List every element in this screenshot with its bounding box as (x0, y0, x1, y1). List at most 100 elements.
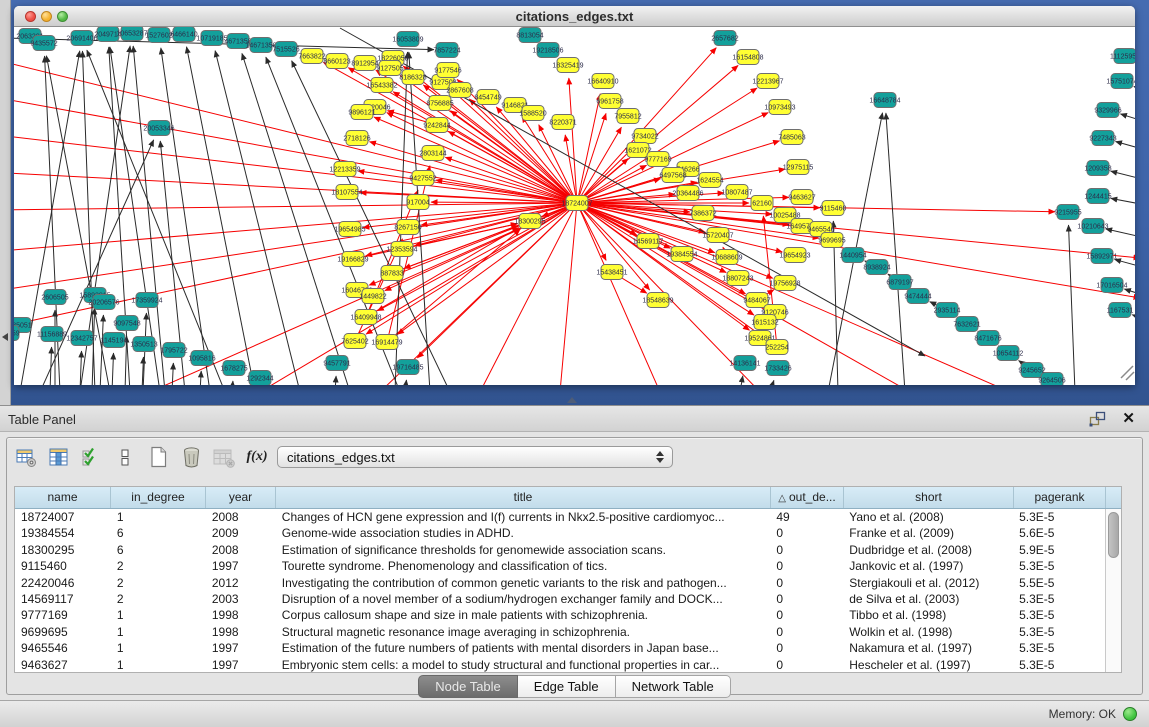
graph-node[interactable]: 18548639 (642, 293, 673, 308)
graph-node[interactable]: 10210643 (1077, 219, 1108, 234)
graph-node[interactable]: 9264506 (1038, 373, 1065, 386)
tab-edge-table[interactable]: Edge Table (518, 675, 616, 698)
graph-node[interactable]: 917004 (406, 195, 429, 210)
graph-node[interactable]: 9474444 (904, 289, 931, 304)
graph-node[interactable]: 9215955 (1054, 205, 1081, 220)
network-window[interactable]: citations_edges.txt 18724007206329194355… (14, 6, 1135, 385)
table-row[interactable]: 1938455462009Genome-wide association stu… (15, 525, 1105, 541)
graph-node[interactable]: 1615132 (751, 315, 778, 330)
graph-node[interactable]: 9777169 (644, 152, 671, 167)
table-cell[interactable]: 5.3E-5 (1013, 607, 1105, 623)
table-cell[interactable]: Estimation of significance thresholds fo… (276, 542, 771, 558)
graph-node[interactable]: 9463627 (788, 190, 815, 205)
table-cell[interactable]: 0 (770, 624, 843, 640)
table-cell[interactable]: 9465546 (15, 640, 111, 656)
scrollbar-thumb[interactable] (1108, 512, 1119, 558)
table-selector-dropdown[interactable]: citations_edges.txt (277, 446, 673, 468)
graph-node[interactable]: 8813054 (516, 28, 543, 43)
table-cell[interactable]: 19384554 (15, 525, 111, 541)
canvas-resize-grip[interactable] (1121, 366, 1134, 380)
graph-node[interactable]: 10654112 (993, 346, 1024, 361)
table-cell[interactable]: 0 (770, 640, 843, 656)
row-height-button[interactable] (113, 445, 137, 469)
graph-node[interactable]: 8454749 (474, 90, 501, 105)
graph-node[interactable]: 20691406 (66, 31, 97, 46)
graph-node[interactable]: 7632621 (953, 317, 980, 332)
graph-node[interactable]: 1678275 (220, 361, 247, 376)
table-row[interactable]: 946554611997Estimation of the future num… (15, 640, 1105, 656)
graph-node[interactable]: 9127505 (376, 61, 403, 76)
graph-node[interactable]: 8912954 (351, 56, 378, 71)
table-cell[interactable]: 18300295 (15, 542, 111, 558)
delete-column-button[interactable] (179, 445, 203, 469)
graph-node[interactable]: 8660123 (323, 54, 350, 69)
table-cell[interactable]: 5.3E-5 (1013, 657, 1105, 672)
graph-node[interactable]: 12975115 (783, 160, 814, 175)
graph-node[interactable]: 1440954 (839, 248, 866, 263)
column-header-short[interactable]: short (844, 487, 1014, 508)
table-row[interactable]: 969969511998Structural magnetic resonanc… (15, 624, 1105, 640)
table-row[interactable]: 946362711997Embryonic stem cells: a mode… (15, 657, 1105, 672)
tab-network-table[interactable]: Network Table (616, 675, 731, 698)
graph-node[interactable]: 252254 (765, 340, 788, 355)
graph-node[interactable]: 16409948 (350, 310, 381, 325)
graph-node[interactable]: 19654923 (779, 248, 810, 263)
function-builder-button[interactable]: f(x) (245, 445, 269, 469)
graph-node[interactable]: 15438451 (596, 265, 627, 280)
collapse-left-arrow-icon[interactable] (2, 333, 8, 341)
graph-node[interactable]: 19166829 (337, 252, 368, 267)
graph-node[interactable]: 12353594 (386, 242, 417, 257)
table-cell[interactable]: Corpus callosum shape and size in male p… (276, 607, 771, 623)
table-cell[interactable]: 9777169 (15, 607, 111, 623)
graph-node[interactable]: 8756885 (426, 96, 453, 111)
graph-node[interactable]: 7515526 (272, 42, 299, 57)
table-cell[interactable]: 5.3E-5 (1013, 624, 1105, 640)
graph-node[interactable]: 1145194 (101, 333, 128, 348)
graph-node[interactable]: 18724007 (561, 196, 592, 211)
graph-node[interactable]: 6961758 (596, 94, 623, 109)
graph-node[interactable]: 6497568 (659, 168, 686, 183)
graph-node[interactable]: 7485063 (778, 130, 805, 145)
graph-node[interactable]: 9457791 (323, 356, 350, 371)
graph-node[interactable]: 7857224 (433, 43, 460, 58)
graph-node[interactable]: 62160 (751, 196, 773, 211)
graph-node[interactable]: 18107554 (331, 185, 362, 200)
table-cell[interactable]: 0 (770, 591, 843, 607)
graph-node[interactable]: 10688609 (711, 250, 742, 265)
table-cell[interactable]: 5.3E-5 (1013, 558, 1105, 574)
graph-node[interactable]: 8471676 (974, 331, 1001, 346)
float-panel-icon[interactable] (1089, 411, 1107, 427)
close-panel-icon[interactable]: ✕ (1122, 409, 1135, 427)
table-cell[interactable]: Investigating the contribution of common… (276, 575, 771, 591)
graph-node[interactable]: 939159 (14, 326, 20, 341)
table-cell[interactable]: 1 (111, 624, 206, 640)
graph-node[interactable]: 9115460 (820, 201, 847, 216)
table-cell[interactable]: 49 (770, 509, 843, 525)
graph-node[interactable]: 9435572 (30, 36, 57, 51)
table-settings-button[interactable] (14, 445, 38, 469)
column-visibility-button[interactable] (47, 445, 71, 469)
graph-node[interactable]: 15751074 (1106, 74, 1135, 89)
graph-node[interactable]: 2867608 (446, 83, 473, 98)
table-cell[interactable]: 9115460 (15, 558, 111, 574)
table-cell[interactable]: Changes of HCN gene expression and I(f) … (276, 509, 771, 525)
graph-node[interactable]: 8267150 (394, 220, 421, 235)
graph-node[interactable]: 16648784 (869, 93, 900, 108)
graph-node[interactable]: 11125956 (1110, 49, 1135, 64)
graph-node[interactable]: 16640910 (587, 74, 618, 89)
table-cell[interactable]: 18724007 (15, 509, 111, 525)
create-column-button[interactable] (146, 445, 170, 469)
table-cell[interactable]: Estimation of the future numbers of pati… (276, 640, 771, 656)
table-cell[interactable]: Disruption of a novel member of a sodium… (276, 591, 771, 607)
graph-node[interactable]: 8186328 (399, 70, 426, 85)
graph-node[interactable]: 15892971 (1086, 249, 1117, 264)
table-cell[interactable]: 2 (111, 558, 206, 574)
table-cell[interactable]: 5.6E-5 (1013, 525, 1105, 541)
table-row[interactable]: 911546021997Tourette syndrome. Phenomeno… (15, 558, 1105, 574)
table-cell[interactable]: 0 (770, 558, 843, 574)
table-cell[interactable]: 22420046 (15, 575, 111, 591)
column-header-pagerank[interactable]: pagerank (1014, 487, 1106, 508)
table-cell[interactable]: 2008 (206, 509, 276, 525)
vertical-scrollbar[interactable] (1105, 509, 1121, 672)
graph-node[interactable]: 14569117 (633, 234, 664, 249)
